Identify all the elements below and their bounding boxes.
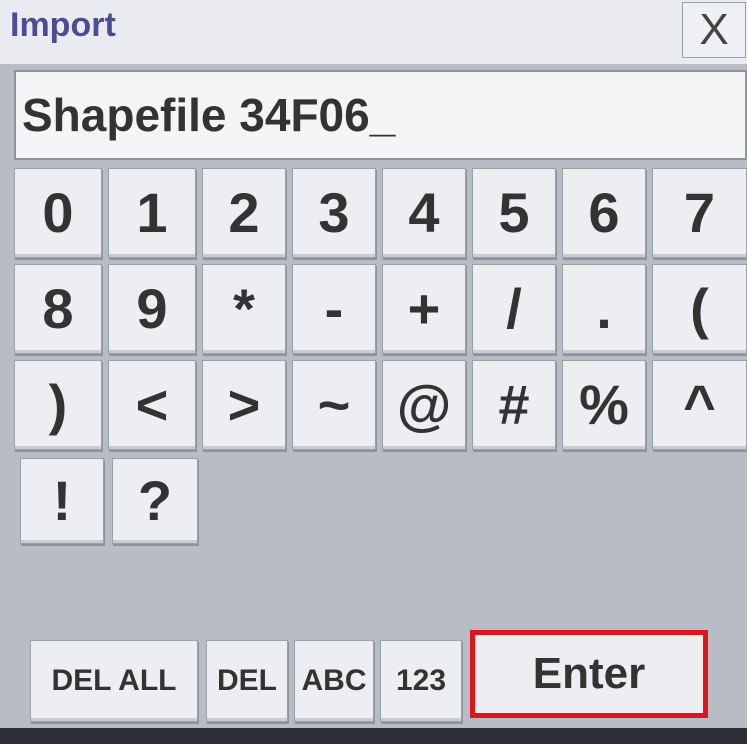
- key-period[interactable]: .: [562, 264, 646, 354]
- abc-mode-button[interactable]: ABC: [294, 640, 374, 722]
- key-tilde[interactable]: ~: [292, 360, 376, 450]
- key-hash[interactable]: #: [472, 360, 556, 450]
- key-greater-than[interactable]: >: [202, 360, 286, 450]
- key-5[interactable]: 5: [472, 168, 556, 258]
- key-question[interactable]: ?: [112, 458, 198, 544]
- key-at[interactable]: @: [382, 360, 466, 450]
- key-3[interactable]: 3: [292, 168, 376, 258]
- title-bar: Import X: [0, 0, 747, 64]
- key-less-than[interactable]: <: [108, 360, 196, 450]
- key-plus[interactable]: +: [382, 264, 466, 354]
- enter-button[interactable]: Enter: [470, 630, 708, 718]
- key-slash[interactable]: /: [472, 264, 556, 354]
- key-open-paren[interactable]: (: [652, 264, 747, 354]
- key-caret[interactable]: ^: [652, 360, 747, 450]
- key-minus[interactable]: -: [292, 264, 376, 354]
- close-button[interactable]: X: [682, 2, 746, 58]
- close-icon: X: [699, 5, 729, 54]
- key-1[interactable]: 1: [108, 168, 196, 258]
- device-frame: [0, 728, 747, 744]
- key-close-paren[interactable]: ): [14, 360, 102, 450]
- delete-all-button[interactable]: DEL ALL: [30, 640, 198, 722]
- delete-button[interactable]: DEL: [206, 640, 288, 722]
- key-6[interactable]: 6: [562, 168, 646, 258]
- key-8[interactable]: 8: [14, 264, 102, 354]
- keyboard-dialog: Import X Shapefile 34F06_ 0 1 2 3 4 5 6 …: [0, 0, 747, 744]
- key-exclamation[interactable]: !: [20, 458, 104, 544]
- key-asterisk[interactable]: *: [202, 264, 286, 354]
- key-2[interactable]: 2: [202, 168, 286, 258]
- text-input-field[interactable]: Shapefile 34F06_: [14, 70, 747, 160]
- key-4[interactable]: 4: [382, 168, 466, 258]
- numeric-mode-button[interactable]: 123: [380, 640, 462, 722]
- dialog-title: Import: [10, 6, 116, 44]
- key-percent[interactable]: %: [562, 360, 646, 450]
- key-0[interactable]: 0: [14, 168, 102, 258]
- key-7[interactable]: 7: [652, 168, 747, 258]
- key-9[interactable]: 9: [108, 264, 196, 354]
